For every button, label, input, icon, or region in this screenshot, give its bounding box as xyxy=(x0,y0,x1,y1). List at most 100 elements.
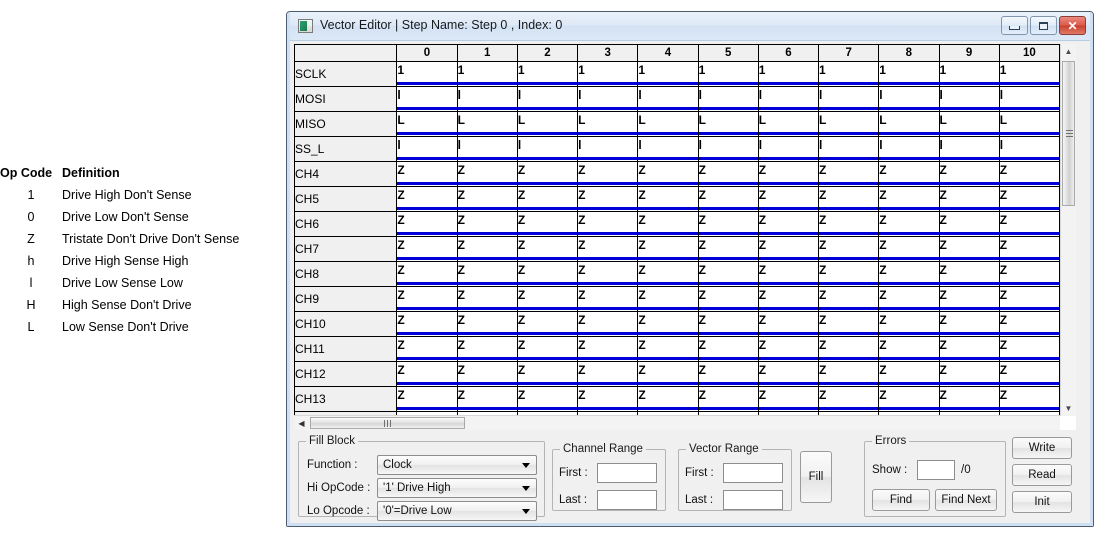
vector-grid-cell[interactable]: Z xyxy=(577,386,639,412)
vector-grid-cell[interactable]: Z xyxy=(396,211,458,237)
hi-opcode-combo[interactable]: '1' Drive High xyxy=(377,478,537,498)
vector-grid-cell[interactable]: Z xyxy=(938,311,1000,337)
vector-grid-cell[interactable]: Z xyxy=(998,336,1060,362)
vector-grid-col-header[interactable]: 8 xyxy=(878,44,940,62)
channel-last-input[interactable] xyxy=(597,490,657,510)
vector-grid-cell[interactable]: Z xyxy=(998,236,1060,262)
write-button[interactable]: Write xyxy=(1012,437,1072,459)
vector-grid-col-header[interactable]: 10 xyxy=(998,44,1060,62)
horizontal-scroll-thumb[interactable] xyxy=(310,417,465,429)
vector-grid-row-label[interactable]: CH4 xyxy=(294,161,398,187)
vector-grid-cell[interactable]: Z xyxy=(396,261,458,287)
vector-grid-cell[interactable]: Z xyxy=(878,186,940,212)
vector-grid-col-header[interactable]: 2 xyxy=(516,44,579,62)
vector-grid-cell[interactable]: Z xyxy=(456,386,518,412)
scroll-up-icon[interactable]: ▲ xyxy=(1061,44,1076,59)
vector-grid-cell[interactable]: Z xyxy=(456,211,518,237)
vector-grid-row-label[interactable]: SS_L xyxy=(294,136,398,162)
vector-grid-cell[interactable]: Z xyxy=(818,386,880,412)
vector-grid-cell[interactable]: l xyxy=(818,136,880,162)
vector-grid-cell[interactable]: Z xyxy=(637,261,699,287)
vector-grid-cell[interactable]: Z xyxy=(818,161,880,187)
vector-grid-cell[interactable]: Z xyxy=(577,211,639,237)
vector-grid-cell[interactable]: l xyxy=(456,86,518,112)
vector-grid-cell[interactable]: Z xyxy=(456,161,518,187)
vector-grid-cell[interactable]: Z xyxy=(818,286,880,312)
vector-grid-cell[interactable]: l xyxy=(757,86,820,112)
vector-grid-cell[interactable]: Z xyxy=(818,336,880,362)
vector-grid-row-label[interactable]: CH9 xyxy=(294,286,398,312)
vector-grid-cell[interactable]: l xyxy=(757,136,820,162)
vector-grid-cell[interactable]: Z xyxy=(938,286,1000,312)
channel-first-input[interactable] xyxy=(597,463,657,483)
vector-grid-cell[interactable]: Z xyxy=(456,336,518,362)
minimize-button[interactable] xyxy=(1001,16,1028,35)
vector-first-input[interactable] xyxy=(723,463,783,483)
vector-grid-cell[interactable]: Z xyxy=(818,186,880,212)
vector-grid-cell[interactable]: Z xyxy=(938,386,1000,412)
vector-grid-cell[interactable]: Z xyxy=(878,286,940,312)
vector-grid-cell[interactable]: Z xyxy=(516,211,579,237)
vector-grid-cell[interactable]: l xyxy=(878,86,940,112)
vector-grid-cell[interactable]: Z xyxy=(757,186,820,212)
vertical-scroll-thumb[interactable] xyxy=(1062,61,1075,206)
vector-grid-cell[interactable]: Z xyxy=(998,211,1060,237)
vector-grid-cell[interactable]: L xyxy=(456,111,518,137)
find-button[interactable]: Find xyxy=(872,489,930,511)
vector-grid-cell[interactable]: L xyxy=(938,111,1000,137)
vector-grid-cell[interactable]: Z xyxy=(998,311,1060,337)
vector-grid-cell[interactable]: Z xyxy=(637,236,699,262)
vector-grid-cell[interactable]: L xyxy=(878,111,940,137)
vector-grid-cell[interactable]: Z xyxy=(516,311,579,337)
vector-grid-cell[interactable]: Z xyxy=(697,336,759,362)
vector-grid-cell[interactable]: Z xyxy=(938,211,1000,237)
vector-last-input[interactable] xyxy=(723,490,783,510)
vector-grid-cell[interactable]: 1 xyxy=(818,61,880,87)
vector-grid-cell[interactable]: L xyxy=(516,111,579,137)
vector-grid-cell[interactable]: Z xyxy=(998,386,1060,412)
vector-grid-cell[interactable]: Z xyxy=(878,161,940,187)
vector-grid-cell[interactable]: L xyxy=(396,111,458,137)
vector-grid-cell[interactable]: Z xyxy=(577,286,639,312)
vector-grid-cell[interactable]: Z xyxy=(516,161,579,187)
vector-grid-cell[interactable]: Z xyxy=(697,361,759,387)
vector-grid-cell[interactable]: Z xyxy=(818,261,880,287)
vector-grid-col-header[interactable]: 9 xyxy=(938,44,1000,62)
vector-grid-cell[interactable]: l xyxy=(516,136,579,162)
vector-grid-cell[interactable]: L xyxy=(757,111,820,137)
vector-grid-cell[interactable]: Z xyxy=(938,261,1000,287)
vector-grid-cell[interactable]: Z xyxy=(878,386,940,412)
vector-grid-cell[interactable]: Z xyxy=(757,161,820,187)
vector-grid-cell[interactable]: Z xyxy=(516,236,579,262)
vector-grid-cell[interactable]: Z xyxy=(697,161,759,187)
vector-grid-cell[interactable]: Z xyxy=(396,236,458,262)
vector-grid-cell[interactable]: Z xyxy=(516,386,579,412)
vector-grid-cell[interactable]: Z xyxy=(577,361,639,387)
vector-grid-cell[interactable]: l xyxy=(697,136,759,162)
vector-grid-cell[interactable]: Z xyxy=(516,286,579,312)
function-combo[interactable]: Clock xyxy=(377,455,537,475)
vector-grid-cell[interactable]: Z xyxy=(577,236,639,262)
lo-opcode-combo[interactable]: '0'=Drive Low xyxy=(377,501,537,521)
vector-grid-cell[interactable]: Z xyxy=(757,261,820,287)
vector-grid-cell[interactable]: Z xyxy=(637,311,699,337)
vector-grid-cell[interactable]: Z xyxy=(757,236,820,262)
errors-show-input[interactable] xyxy=(917,460,955,480)
vector-grid-cell[interactable]: Z xyxy=(396,286,458,312)
vector-grid-cell[interactable]: 1 xyxy=(757,61,820,87)
vector-grid-cell[interactable]: 1 xyxy=(456,61,518,87)
vector-grid-cell[interactable]: Z xyxy=(998,186,1060,212)
vector-grid-cell[interactable]: Z xyxy=(456,261,518,287)
vector-grid-cell[interactable]: Z xyxy=(697,311,759,337)
vector-grid-cell[interactable]: Z xyxy=(878,236,940,262)
vector-grid-row-label[interactable]: MISO xyxy=(294,111,398,137)
vector-grid-cell[interactable]: 1 xyxy=(396,61,458,87)
vector-grid-cell[interactable]: 1 xyxy=(878,61,940,87)
grid-vertical-scrollbar[interactable]: ▲ ▼ xyxy=(1060,44,1076,416)
vector-grid-cell[interactable]: l xyxy=(396,86,458,112)
vector-grid-cell[interactable]: Z xyxy=(637,286,699,312)
vector-grid-cell[interactable]: Z xyxy=(757,211,820,237)
vector-grid-cell[interactable]: Z xyxy=(516,261,579,287)
vector-grid-cell[interactable]: Z xyxy=(757,286,820,312)
vector-grid-cell[interactable]: Z xyxy=(637,211,699,237)
